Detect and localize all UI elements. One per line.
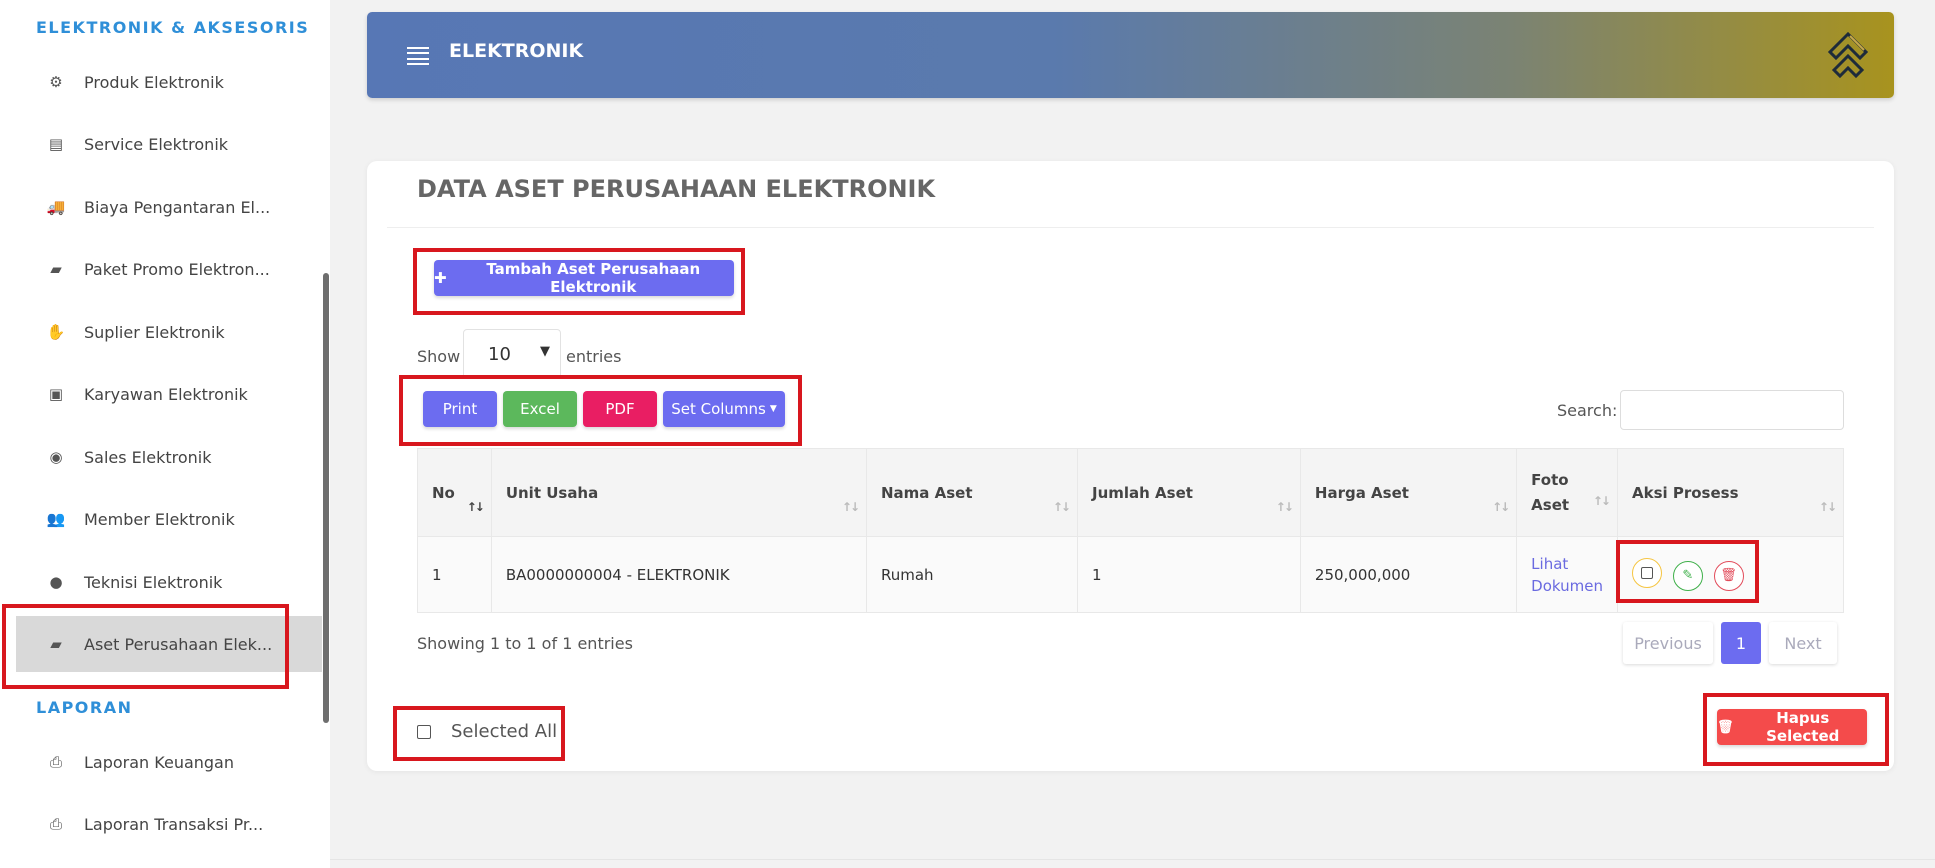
sidebar-item-biaya-pengantaran[interactable]: 🚚 Biaya Pengantaran El... bbox=[16, 179, 322, 235]
highlight-box-sidebar bbox=[2, 604, 289, 689]
sidebar: ELEKTRONIK & AKSESORIS ⚙ Produk Elektron… bbox=[0, 0, 330, 868]
sort-icon: ↑↓ bbox=[1052, 500, 1071, 514]
sort-icon: ↑↓ bbox=[1492, 500, 1510, 514]
col-header-jumlah-aset[interactable]: Jumlah Aset ↑↓ bbox=[1076, 448, 1301, 537]
page-title: DATA ASET PERUSAHAAN ELEKTRONIK bbox=[417, 175, 936, 203]
entries-select[interactable]: 10 ▼ bbox=[463, 329, 561, 379]
sidebar-section-laporan: LAPORAN bbox=[36, 698, 133, 717]
sidebar-item-label: Paket Promo Elektron... bbox=[84, 259, 270, 279]
highlight-box-select-all bbox=[393, 706, 565, 761]
col-header-harga-aset[interactable]: Harga Aset ↑↓ bbox=[1299, 448, 1518, 537]
cell-foto-aset: Lihat Dokumen bbox=[1516, 536, 1618, 613]
sidebar-item-label: Karyawan Elektronik bbox=[84, 384, 248, 404]
entries-value: 10 bbox=[488, 343, 511, 365]
sidebar-item-paket-promo[interactable]: ▰ Paket Promo Elektron... bbox=[16, 241, 322, 297]
highlight-box-actions bbox=[1616, 540, 1759, 603]
table-header-row: No ↑↓ Unit Usaha ↑↓ Nama Aset ↑↓ Jumlah Ase… bbox=[417, 448, 1845, 537]
cubes-icon: ⚙ bbox=[49, 73, 63, 91]
sidebar-scrollbar[interactable] bbox=[323, 273, 329, 723]
book-icon: ▰ bbox=[50, 260, 62, 278]
sidebar-item-member[interactable]: 👥 Member Elektronik bbox=[16, 491, 322, 547]
col-header-no[interactable]: No ↑↓ bbox=[417, 448, 492, 537]
cell-no: 1 bbox=[417, 536, 492, 613]
footer-divider bbox=[330, 859, 1935, 860]
col-header-unit-usaha[interactable]: Unit Usaha ↑↓ bbox=[490, 448, 868, 537]
pagination-next[interactable]: Next bbox=[1769, 622, 1837, 664]
hamburger-menu-icon[interactable] bbox=[407, 47, 429, 65]
user-circle-icon: ◉ bbox=[49, 448, 63, 466]
table-info: Showing 1 to 1 of 1 entries bbox=[417, 634, 633, 653]
sidebar-item-teknisi[interactable]: ● Teknisi Elektronik bbox=[16, 554, 322, 610]
print-icon: ⎙ bbox=[49, 753, 62, 771]
cell-unit-usaha: BA0000000004 - ELEKTRONIK bbox=[490, 536, 868, 613]
highlight-box-delete bbox=[1703, 693, 1889, 766]
search-input[interactable] bbox=[1620, 390, 1844, 430]
sidebar-item-service[interactable]: ▤ Service Elektronik bbox=[16, 116, 322, 172]
cell-nama-aset: Rumah bbox=[866, 536, 1078, 613]
cell-jumlah-aset: 1 bbox=[1076, 536, 1301, 613]
col-header-aksi[interactable]: Aksi Prosess ↑↓ bbox=[1616, 448, 1845, 537]
sidebar-item-sales[interactable]: ◉ Sales Elektronik bbox=[16, 429, 322, 485]
view-document-link[interactable]: Lihat Dokumen bbox=[1531, 555, 1603, 595]
truck-icon: 🚚 bbox=[46, 198, 66, 216]
sort-icon: ↑↓ bbox=[841, 500, 860, 514]
sidebar-item-suplier[interactable]: ✋ Suplier Elektronik bbox=[16, 304, 322, 360]
sidebar-item-label: Teknisi Elektronik bbox=[84, 572, 223, 592]
show-label: Show bbox=[417, 347, 461, 366]
cell-harga-aset: 250,000,000 bbox=[1299, 536, 1518, 613]
sidebar-item-label: Service Elektronik bbox=[84, 134, 229, 154]
brand-logo-icon bbox=[1827, 31, 1869, 79]
sidebar-item-label: Laporan Transaksi Pr... bbox=[84, 814, 264, 834]
sidebar-item-label: Produk Elektronik bbox=[84, 72, 224, 92]
header-title: ELEKTRONIK bbox=[449, 40, 584, 62]
col-header-nama-aset[interactable]: Nama Aset ↑↓ bbox=[866, 448, 1078, 537]
handshake-icon: ✋ bbox=[46, 323, 66, 341]
sidebar-item-laporan-transaksi[interactable]: ⎙ Laporan Transaksi Pr... bbox=[16, 796, 322, 852]
id-badge-icon: ▣ bbox=[48, 385, 64, 403]
sidebar-item-karyawan[interactable]: ▣ Karyawan Elektronik bbox=[16, 366, 322, 422]
sidebar-item-laporan-keuangan[interactable]: ⎙ Laporan Keuangan bbox=[16, 734, 322, 790]
sort-icon: ↑↓ bbox=[1275, 500, 1294, 514]
pagination-page-1[interactable]: 1 bbox=[1721, 622, 1761, 664]
sidebar-item-label: Member Elektronik bbox=[84, 509, 235, 529]
sort-icon: ↑↓ bbox=[1592, 494, 1611, 508]
sidebar-item-produk[interactable]: ⚙ Produk Elektronik bbox=[16, 54, 322, 110]
sort-icon: ↑↓ bbox=[466, 500, 485, 514]
search-label: Search: bbox=[1557, 401, 1618, 420]
top-header: ELEKTRONIK bbox=[367, 12, 1894, 98]
sidebar-item-label: Sales Elektronik bbox=[84, 447, 212, 467]
print-icon: ⎙ bbox=[49, 815, 62, 833]
chevron-down-icon: ▼ bbox=[540, 344, 550, 359]
copy-icon: ▤ bbox=[48, 135, 64, 153]
highlight-box-add bbox=[413, 248, 745, 315]
sidebar-section-elektronik: ELEKTRONIK & AKSESORIS bbox=[36, 18, 310, 37]
col-header-foto-aset[interactable]: Foto Aset ↑↓ bbox=[1516, 448, 1618, 537]
divider bbox=[387, 227, 1874, 228]
sidebar-item-label: Suplier Elektronik bbox=[84, 322, 225, 342]
sort-icon: ↑↓ bbox=[1818, 500, 1837, 514]
highlight-box-export bbox=[399, 375, 802, 446]
pagination-previous[interactable]: Previous bbox=[1623, 622, 1713, 664]
sidebar-item-label: Laporan Keuangan bbox=[84, 752, 234, 772]
user-icon: ● bbox=[49, 573, 63, 591]
users-icon: 👥 bbox=[46, 510, 66, 528]
entries-label: entries bbox=[566, 347, 622, 366]
sidebar-item-label: Biaya Pengantaran El... bbox=[84, 197, 271, 217]
